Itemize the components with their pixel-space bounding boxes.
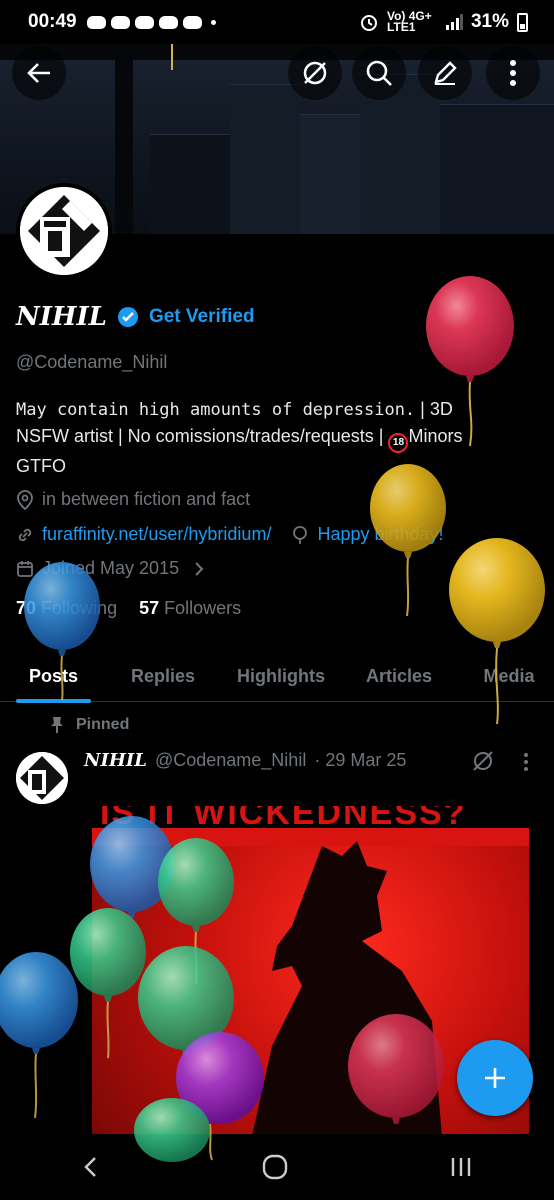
- tab-replies[interactable]: Replies: [124, 650, 202, 702]
- bio-text: NSFW artist | No comissions/trades/reque…: [16, 426, 389, 446]
- balloon-blue: [0, 952, 78, 1119]
- tab-media[interactable]: Media: [474, 650, 544, 702]
- tab-highlights[interactable]: Highlights: [228, 650, 334, 702]
- following-link[interactable]: 70 Following: [16, 598, 117, 619]
- following-count: 70: [16, 598, 37, 618]
- search-button[interactable]: [352, 46, 406, 100]
- post-header: NIHIL @Codename_Nihil · 29 Mar 25: [84, 750, 406, 771]
- post-date: · 29 Mar 25: [314, 750, 407, 770]
- signal-icon: [445, 14, 463, 30]
- profile-name: NIHIL: [16, 302, 107, 332]
- status-bar: 00:49 Vo) 4G+ LTE1 31%: [0, 0, 554, 44]
- search-icon: [366, 60, 392, 86]
- post-image-text: IS IT WICKEDNESS?: [100, 806, 467, 828]
- bio-text: GTFO: [16, 456, 66, 476]
- followers-label: Followers: [164, 598, 242, 618]
- grok-icon: [303, 61, 327, 85]
- tab-posts[interactable]: Posts: [16, 650, 91, 703]
- post-avatar[interactable]: [16, 752, 68, 804]
- joined-text: Joined May 2015: [42, 558, 180, 578]
- system-recents-icon[interactable]: [449, 1155, 473, 1179]
- link-icon: [18, 528, 32, 541]
- post-author-handle: @Codename_Nihil: [154, 750, 307, 770]
- profile-tabs: Posts Replies Highlights Articles Media: [0, 650, 554, 703]
- website-row: furaffinity.net/user/hybridium/ Happy bi…: [16, 524, 444, 545]
- pin-icon: [51, 717, 63, 733]
- alarm-icon: [360, 15, 377, 31]
- profile-name-row: NIHIL Get Verified: [16, 302, 255, 332]
- discord-icon: [134, 15, 154, 29]
- verified-icon[interactable]: [117, 306, 139, 328]
- bio-text: | 3D: [415, 399, 453, 419]
- discord-icon: [86, 15, 106, 29]
- discord-icon: [182, 15, 202, 29]
- status-right: Vo) 4G+ LTE1 31%: [359, 9, 528, 34]
- followers-count: 57: [139, 598, 160, 618]
- battery-percent: 31%: [470, 11, 509, 32]
- joined-row[interactable]: Joined May 2015: [16, 558, 205, 579]
- discord-icon: [110, 15, 130, 29]
- profile-handle: @Codename_Nihil: [16, 352, 168, 372]
- follow-counts: 70 Following 57 Followers: [16, 598, 241, 619]
- network-label: Vo) 4G+ LTE1: [386, 9, 432, 34]
- grok-button[interactable]: [288, 46, 342, 100]
- location-text: in between fiction and fact: [42, 489, 251, 509]
- system-back-icon[interactable]: [81, 1155, 101, 1179]
- status-time: 00:49: [28, 11, 77, 32]
- edit-button[interactable]: [418, 46, 472, 100]
- system-navigation-bar: [0, 1134, 554, 1200]
- discord-icon: [158, 15, 178, 29]
- notification-icons: [86, 15, 216, 29]
- post-more-icon[interactable]: [522, 752, 530, 772]
- location-row: in between fiction and fact: [16, 489, 250, 510]
- calendar-icon: [17, 560, 33, 577]
- tab-articles[interactable]: Articles: [358, 650, 440, 702]
- profile-avatar[interactable]: [16, 183, 112, 279]
- pinned-label: Pinned: [50, 716, 129, 734]
- followers-link[interactable]: 57 Followers: [139, 598, 241, 619]
- get-verified-link[interactable]: Get Verified: [149, 306, 255, 328]
- battery-icon: [517, 12, 528, 32]
- edit-icon: [434, 61, 457, 85]
- back-arrow-icon: [27, 63, 50, 83]
- pinned-text: Pinned: [76, 716, 130, 733]
- post-author-name[interactable]: NIHIL: [84, 750, 147, 771]
- following-label: Following: [41, 598, 118, 618]
- compose-post-button[interactable]: [457, 1040, 533, 1116]
- bio-text: May contain high amounts of depression.: [16, 400, 416, 420]
- profile-page: 00:49 Vo) 4G+ LTE1 31% NIHIL Get Verifie…: [0, 0, 554, 1200]
- birthday-text[interactable]: Happy birthday!: [317, 524, 443, 545]
- website-link[interactable]: furaffinity.net/user/hybridium/: [42, 524, 271, 545]
- chevron-right-icon: [195, 561, 204, 576]
- grok-icon[interactable]: [470, 748, 496, 774]
- avatar-image: [16, 752, 68, 804]
- bio-text: Minors: [408, 426, 463, 446]
- birthday-icon: [293, 525, 308, 544]
- avatar-image: [20, 187, 108, 275]
- more-icon: [510, 60, 516, 86]
- profile-bio: May contain high amounts of depression. …: [16, 396, 536, 479]
- more-button[interactable]: [486, 46, 540, 100]
- no-under-18-badge: 18: [388, 433, 409, 453]
- system-home-icon[interactable]: [262, 1154, 288, 1180]
- more-notifications-dot: [210, 19, 216, 25]
- character-silhouette: [252, 841, 442, 1136]
- plus-icon: [485, 1068, 505, 1088]
- post-image-banner: IS IT WICKEDNESS?: [92, 806, 529, 828]
- location-icon: [17, 489, 33, 510]
- back-button[interactable]: [12, 46, 66, 100]
